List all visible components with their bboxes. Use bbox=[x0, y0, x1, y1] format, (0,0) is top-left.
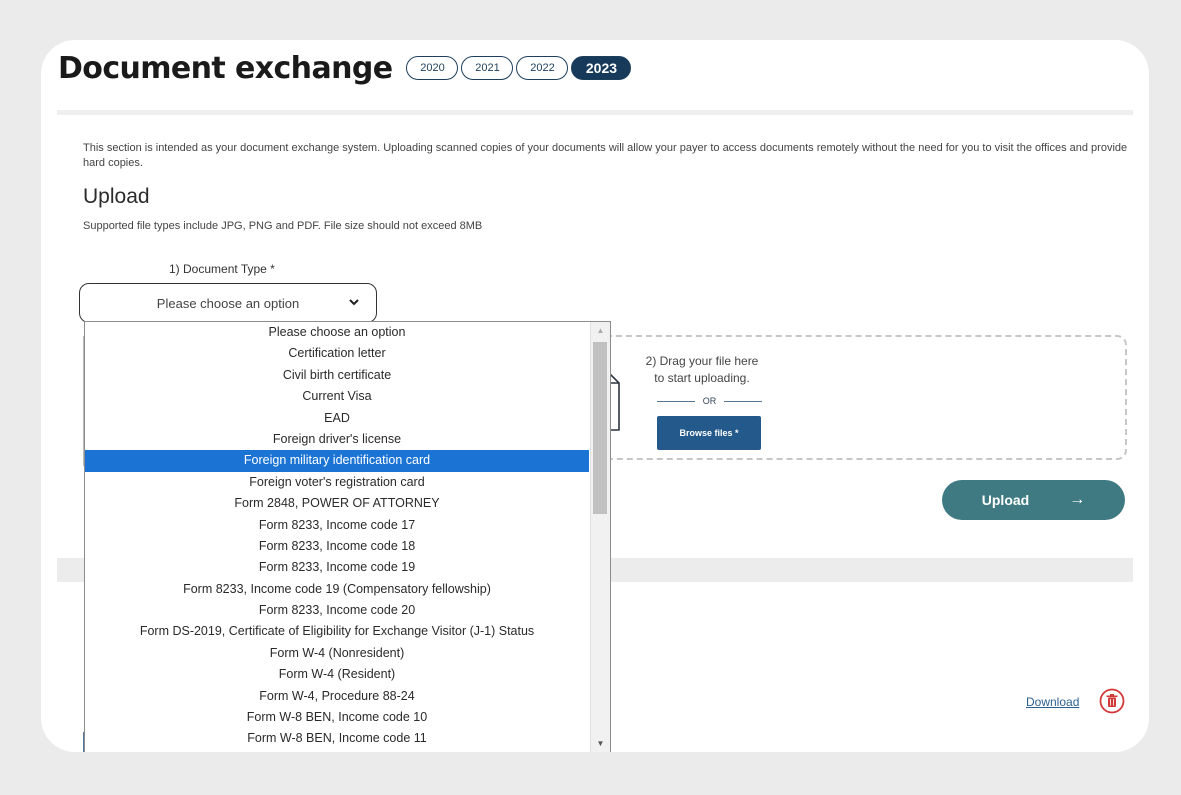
scrollbar-thumb[interactable] bbox=[593, 342, 607, 514]
year-tab-2023[interactable]: 2023 bbox=[571, 56, 632, 80]
drag-text-line-2: to start uploading. bbox=[654, 371, 750, 385]
dropdown-option[interactable]: Please choose an option bbox=[85, 322, 589, 343]
supported-types-text: Supported file types include JPG, PNG an… bbox=[83, 220, 483, 232]
dropdown-option[interactable]: Form 8233, Income code 19 (Compensatory … bbox=[85, 579, 589, 600]
dropdown-option[interactable]: Form W-4 (Nonresident) bbox=[85, 643, 589, 664]
scroll-up-icon[interactable]: ▲ bbox=[591, 326, 610, 335]
document-type-select[interactable]: Please choose an option bbox=[79, 283, 377, 323]
year-tab-2021[interactable]: 2021 bbox=[461, 56, 514, 80]
intro-text: This section is intended as your documen… bbox=[83, 142, 1128, 169]
dropdown-option[interactable]: Form W-8 BEN, Income code 11 bbox=[85, 728, 589, 749]
or-divider: OR bbox=[657, 396, 762, 406]
select-value: Please choose an option bbox=[156, 295, 300, 311]
upload-button[interactable]: Upload → bbox=[942, 480, 1125, 520]
dropdown-option[interactable]: Civil birth certificate bbox=[85, 365, 589, 386]
dropdown-option[interactable]: Form 2848, POWER OF ATTORNEY bbox=[85, 493, 589, 514]
dropdown-option[interactable]: Foreign military identification card bbox=[85, 450, 589, 472]
dropdown-option[interactable]: Form 8233, Income code 17 bbox=[85, 515, 589, 536]
year-tab-2020[interactable]: 2020 bbox=[406, 56, 459, 80]
dropdown-scrollbar[interactable]: ▲ ▼ bbox=[590, 322, 610, 752]
chevron-down-icon bbox=[348, 295, 360, 310]
or-text: OR bbox=[702, 396, 717, 406]
drag-instructions: 2) Drag your file here to start uploadin… bbox=[632, 353, 772, 387]
upload-section-title: Upload bbox=[83, 185, 150, 208]
dropdown-option[interactable]: Form W-4 (Resident) bbox=[85, 664, 589, 685]
dropdown-option[interactable]: Form 8233, Income code 19 bbox=[85, 557, 589, 578]
app-frame: Document exchange 2020 2021 2022 2023 Th… bbox=[41, 40, 1149, 752]
dropdown-option[interactable]: EAD bbox=[85, 408, 589, 429]
dropdown-option[interactable]: Form 8233, Income code 18 bbox=[85, 536, 589, 557]
dropdown-option[interactable]: Foreign voter's registration card bbox=[85, 472, 589, 493]
arrow-right-icon: → bbox=[1069, 491, 1086, 508]
page-title: Document exchange bbox=[58, 50, 393, 86]
download-link[interactable]: Download bbox=[1026, 695, 1079, 709]
trash-icon[interactable] bbox=[1099, 688, 1125, 714]
dropdown-option[interactable]: Form W-8 BEN, Income code 10 bbox=[85, 707, 589, 728]
browse-files-button[interactable]: Browse files * bbox=[657, 416, 761, 450]
drag-text-line-1: 2) Drag your file here bbox=[645, 354, 759, 368]
dropdown-option[interactable]: Foreign driver's license bbox=[85, 429, 589, 450]
dropdown-options: Please choose an option Certification let… bbox=[85, 322, 589, 750]
scroll-down-icon[interactable]: ▼ bbox=[591, 739, 610, 748]
dropdown-option[interactable]: Form W-4, Procedure 88-24 bbox=[85, 686, 589, 707]
dropdown-option[interactable]: Certification letter bbox=[85, 343, 589, 364]
upload-button-label: Upload bbox=[981, 492, 1030, 508]
dropdown-option[interactable]: Form 8233, Income code 20 bbox=[85, 600, 589, 621]
year-tab-2022[interactable]: 2022 bbox=[516, 56, 569, 80]
dropdown-option[interactable]: Current Visa bbox=[85, 386, 589, 407]
title-row: Document exchange 2020 2021 2022 2023 bbox=[58, 46, 634, 90]
dropdown-option[interactable]: Form DS-2019, Certificate of Eligibility… bbox=[85, 621, 589, 642]
document-type-dropdown[interactable]: Please choose an option Certification let… bbox=[84, 321, 611, 752]
document-type-label: 1) Document Type * bbox=[169, 262, 275, 276]
